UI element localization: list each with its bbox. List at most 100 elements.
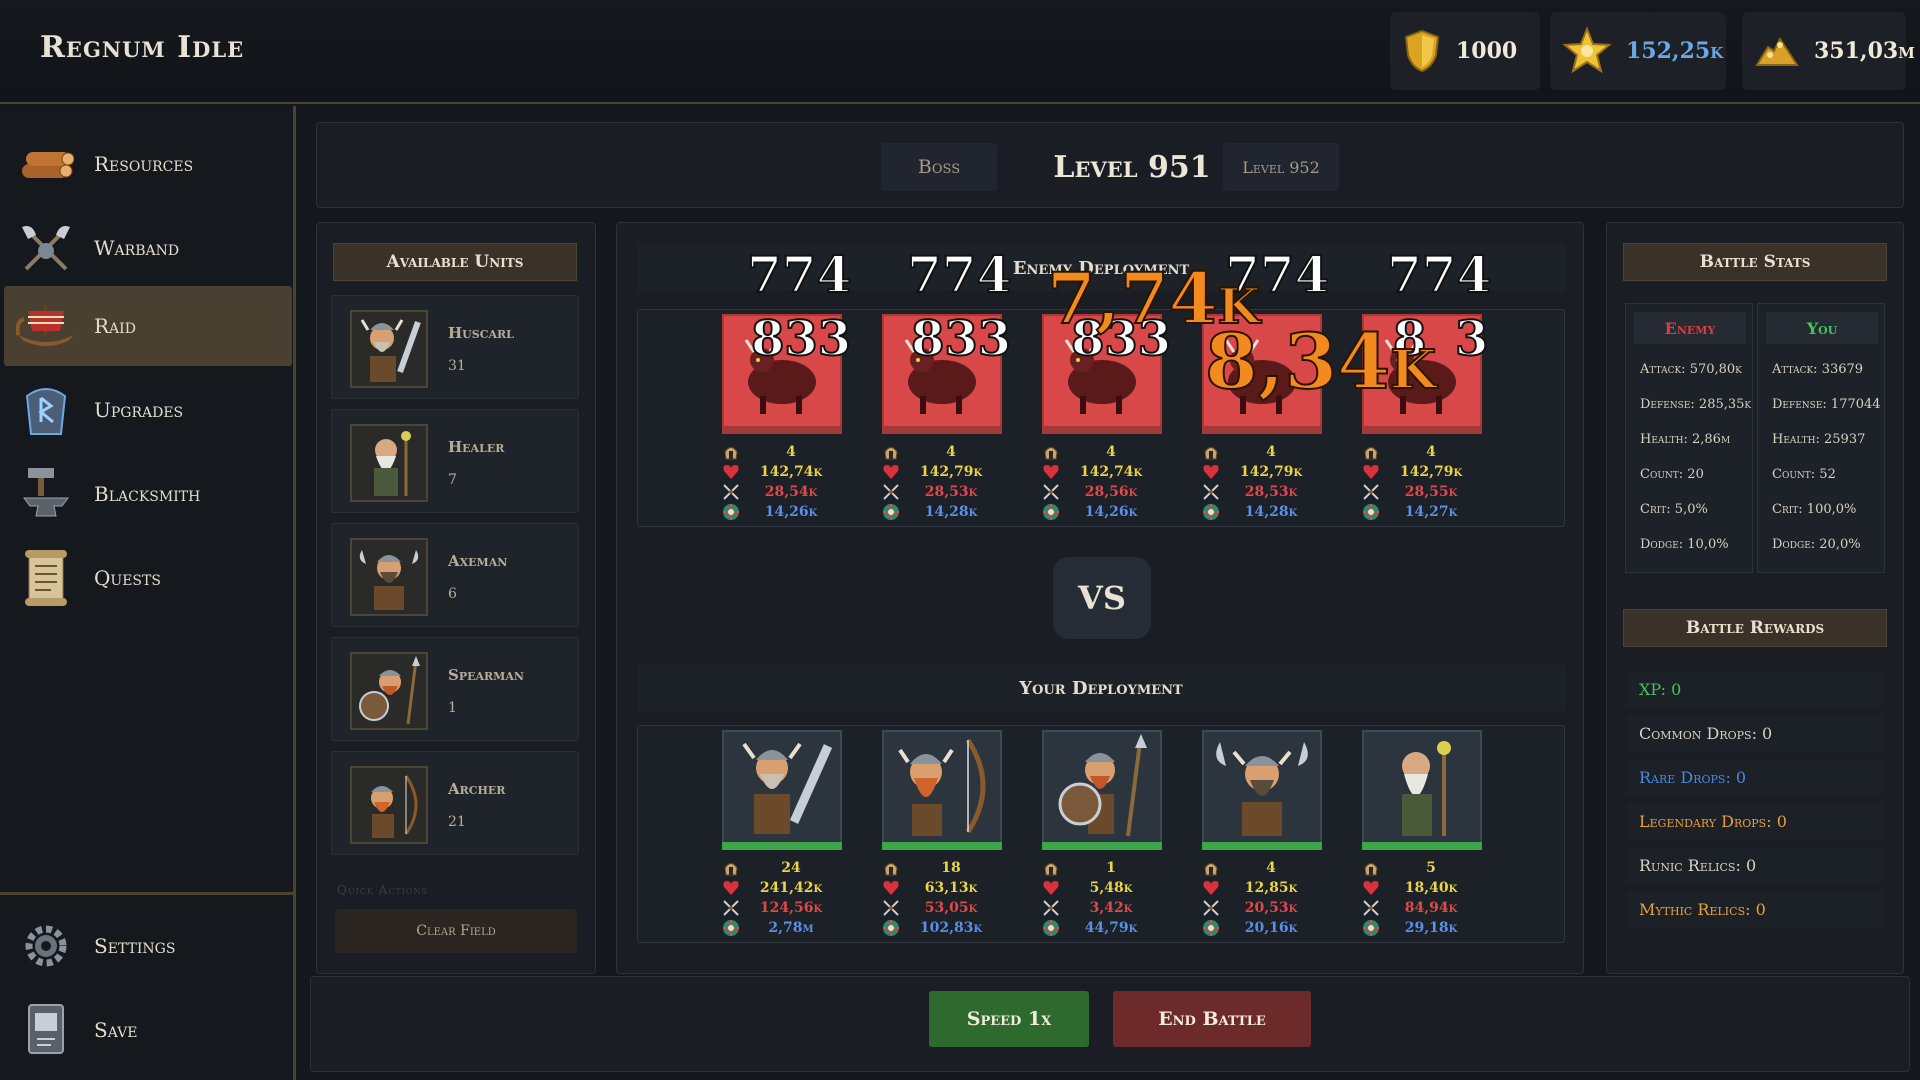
health-bar xyxy=(1362,842,1482,850)
unit-card-huscarl[interactable]: Huscarl 31 xyxy=(331,295,579,399)
stat-count-value: 1 xyxy=(1106,860,1116,876)
stat-attack: 20,53k xyxy=(1202,898,1322,918)
stat-health-value: 142,79k xyxy=(1239,464,1303,480)
stat-health: 142,79k xyxy=(1202,462,1322,482)
crossed-swords-icon xyxy=(882,899,900,917)
crossed-swords-icon xyxy=(1362,899,1380,917)
vs-badge: VS xyxy=(1053,557,1151,639)
unit-card-healer[interactable]: Healer 7 xyxy=(331,409,579,513)
enemy-deployment-area: 4 142,74k 28,54k 14,26k 4 142,79k 28,53k 14,28k… xyxy=(637,309,1565,527)
stat-attack-value: 3,42k xyxy=(1089,900,1133,916)
unit-card-axeman[interactable]: Axeman 6 xyxy=(331,523,579,627)
stat-attack-value: 84,94k xyxy=(1404,900,1458,916)
stat-attack-value: 28,54k xyxy=(764,484,818,500)
round-shield-icon xyxy=(722,919,740,937)
sidebar-item-settings[interactable]: Settings xyxy=(4,906,292,986)
app-title: Regnum Idle xyxy=(40,30,245,65)
stat-health: 142,74k xyxy=(722,462,842,482)
unit-card-spearman[interactable]: Spearman 1 xyxy=(331,637,579,741)
sidebar-item-blacksmith[interactable]: Blacksmith xyxy=(4,454,292,534)
health-bar xyxy=(1202,426,1322,434)
helmet-icon xyxy=(1362,859,1380,877)
health-bar xyxy=(1042,426,1162,434)
heart-icon xyxy=(882,879,900,897)
stat-health-value: 142,79k xyxy=(1399,464,1463,480)
round-shield-icon xyxy=(1202,503,1220,521)
enemy-boar-portrait xyxy=(722,314,842,432)
sidebar-item-upgrades[interactable]: Upgrades xyxy=(4,370,292,450)
stat-defense-value: 14,27k xyxy=(1404,504,1458,520)
sidebar-item-resources[interactable]: Resources xyxy=(4,124,292,204)
sidebar-item-quests[interactable]: Quests xyxy=(4,538,292,618)
your-deployment-area: 24 241,42k 124,56k 2,78m 18 63,13k 53,05k 102,8… xyxy=(637,725,1565,943)
speed-button[interactable]: Speed 1x xyxy=(929,991,1089,1047)
stat-attack: 124,56k xyxy=(722,898,842,918)
scroll-icon xyxy=(16,548,76,608)
sidebar-item-raid[interactable]: Raid xyxy=(4,286,292,366)
round-shield-icon xyxy=(1362,503,1380,521)
round-shield-icon xyxy=(1042,919,1060,937)
reward-runic-relics: Runic Relics: 0 xyxy=(1627,847,1883,883)
heart-icon xyxy=(882,463,900,481)
round-shield-icon xyxy=(1042,503,1060,521)
helmet-icon xyxy=(1042,859,1060,877)
enemy-boar-portrait xyxy=(1362,314,1482,432)
health-bar xyxy=(722,842,842,850)
sidebar-item-warband[interactable]: Warband xyxy=(4,208,292,288)
end-battle-button[interactable]: End Battle xyxy=(1113,991,1311,1047)
reward-common-drops: Common Drops: 0 xyxy=(1627,715,1883,751)
boss-tab[interactable]: Boss xyxy=(881,143,997,191)
clear-field-button[interactable]: Clear Field xyxy=(335,909,577,953)
crossed-swords-icon xyxy=(1042,483,1060,501)
stat-defense: 14,26k xyxy=(722,502,842,522)
health-bar xyxy=(882,426,1002,434)
heart-icon xyxy=(1042,879,1060,897)
stat-defense: 2,78m xyxy=(722,918,842,938)
stat-health-value: 5,48k xyxy=(1089,880,1133,896)
stat-count-value: 18 xyxy=(941,860,961,876)
helmet-icon xyxy=(1042,443,1060,461)
heart-icon xyxy=(722,463,740,481)
stat-attack-value: 28,55k xyxy=(1404,484,1458,500)
your-stats-title: You xyxy=(1766,312,1878,344)
stat-health-value: 142,74k xyxy=(1079,464,1143,480)
stat-defense: 14,27k xyxy=(1362,502,1482,522)
crossed-swords-icon xyxy=(722,899,740,917)
enemy-slot[interactable]: 4 142,74k 28,54k 14,26k xyxy=(722,314,842,526)
stat-attack: 28,53k xyxy=(1202,482,1322,502)
enemy-slot[interactable]: 4 142,74k 28,56k 14,26k xyxy=(1042,314,1162,526)
huscarl-portrait xyxy=(722,730,842,848)
stat-attack: 28,53k xyxy=(882,482,1002,502)
next-level-tab[interactable]: Level 952 xyxy=(1223,143,1339,191)
battle-stats-title: Battle Stats xyxy=(1623,243,1887,281)
stat-count: 18 xyxy=(882,858,1002,878)
rune-stone-icon xyxy=(16,380,76,440)
stat-defense-value: 14,26k xyxy=(1084,504,1138,520)
stat-defense-value: 14,28k xyxy=(1244,504,1298,520)
unit-card-archer[interactable]: Archer 21 xyxy=(331,751,579,855)
stat-attack: 53,05k xyxy=(882,898,1002,918)
heart-icon xyxy=(1362,463,1380,481)
ally-slot[interactable]: 4 12,85k 20,53k 20,16k xyxy=(1202,730,1322,942)
stat-defense-value: 20,16k xyxy=(1244,920,1298,936)
health-bar xyxy=(722,426,842,434)
stat-count: 4 xyxy=(1202,858,1322,878)
crossed-swords-icon xyxy=(1362,483,1380,501)
your-deployment-title: Your Deployment xyxy=(637,665,1565,711)
stat-health-value: 241,42k xyxy=(759,880,823,896)
sidebar-divider xyxy=(0,892,296,895)
ally-slot[interactable]: 24 241,42k 124,56k 2,78m xyxy=(722,730,842,942)
stat-attack: 28,55k xyxy=(1362,482,1482,502)
sidebar: Resources Warband Raid Upgrades Blacksmi… xyxy=(0,106,296,1080)
healer-portrait xyxy=(350,424,428,502)
ally-slot[interactable]: 1 5,48k 3,42k 44,79k xyxy=(1042,730,1162,942)
enemy-slot[interactable]: 4 142,79k 28,55k 14,27k xyxy=(1362,314,1482,526)
level-selector: Boss Level 951 Level 952 xyxy=(316,122,1904,208)
helmet-icon xyxy=(882,859,900,877)
enemy-slot[interactable]: 4 142,79k 28,53k 14,28k xyxy=(882,314,1002,526)
ally-slot[interactable]: 5 18,40k 84,94k 29,18k xyxy=(1362,730,1482,942)
sidebar-item-save[interactable]: Save xyxy=(4,990,292,1070)
ally-slot[interactable]: 18 63,13k 53,05k 102,83k xyxy=(882,730,1002,942)
wood-logs-icon xyxy=(16,134,76,194)
enemy-slot[interactable]: 4 142,79k 28,53k 14,28k xyxy=(1202,314,1322,526)
